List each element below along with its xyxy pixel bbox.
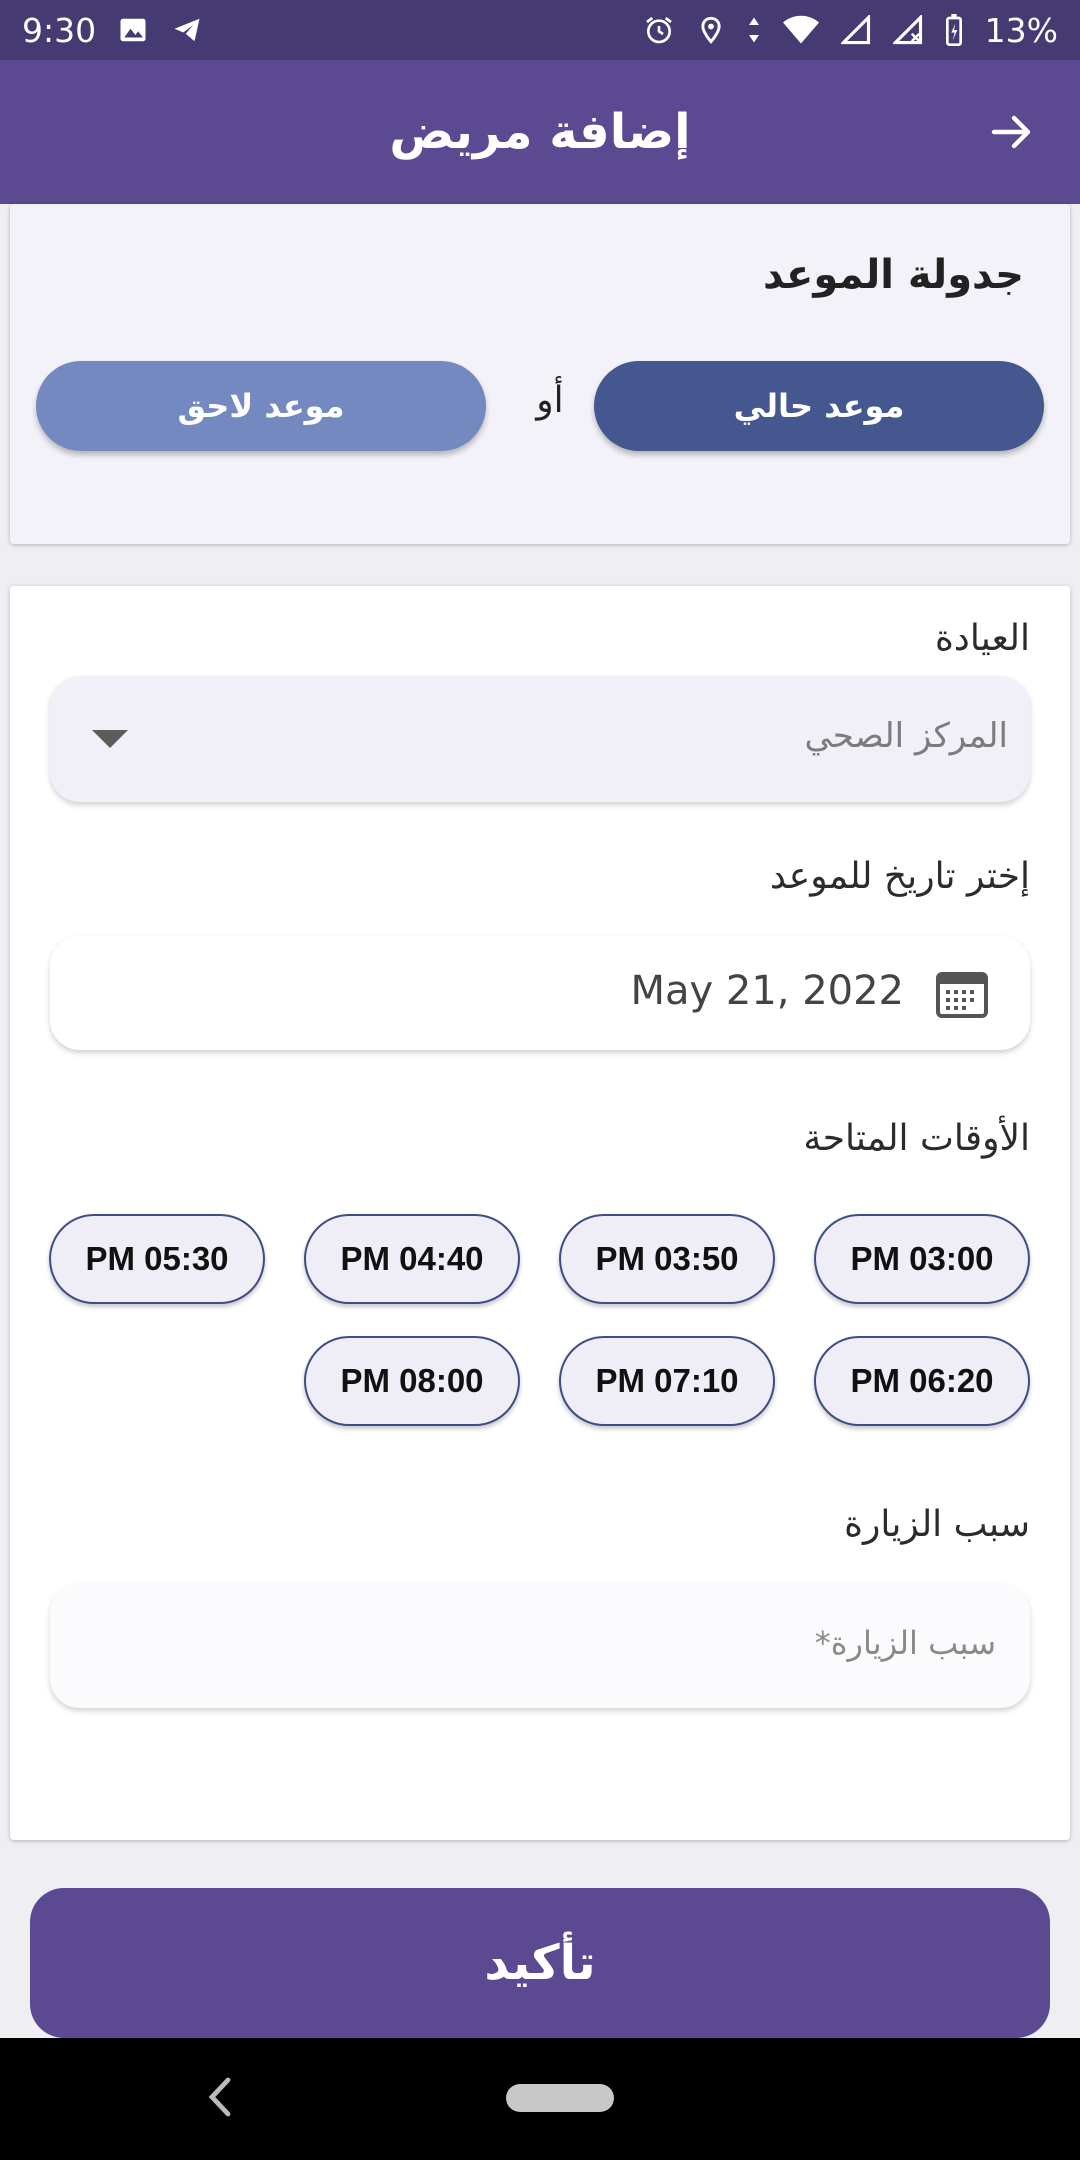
calendar-icon[interactable] [936,968,988,1022]
clinic-label: العيادة [934,618,1030,659]
available-times-label: الأوقات المتاحة [803,1118,1030,1159]
battery-icon [945,14,963,46]
signal-icon [840,15,871,45]
visit-reason-label: سبب الزيارة [844,1504,1030,1545]
battery-percent: 13% [984,10,1058,50]
date-value: May 21, 2022 [630,968,904,1014]
date-label: إختر تاريخ للموعد [769,856,1030,897]
visit-reason-input[interactable]: سبب الزيارة* [50,1584,1030,1708]
data-arrows-icon [747,15,761,45]
system-nav-bar [0,2038,1080,2160]
signal-no-data-icon [892,15,923,45]
clinic-selected-value: المركز الصحي [804,716,1008,756]
date-picker-field[interactable]: May 21, 2022 [50,936,1030,1050]
alarm-icon [643,14,675,46]
schedule-card: جدولة الموعد موعد حالي أو موعد لاحق [10,204,1070,544]
time-slot[interactable]: PM 04:40 [304,1214,520,1304]
status-bar: 9:30 13% [0,0,1080,60]
image-icon [118,15,148,45]
wifi-icon [782,15,819,45]
status-time: 9:30 [22,10,97,50]
clinic-dropdown[interactable]: المركز الصحي [50,676,1030,802]
later-appointment-button[interactable]: موعد لاحق [36,361,486,451]
status-left: 9:30 [22,11,204,50]
app-bar: إضافة مريض [0,60,1080,204]
time-slot[interactable]: PM 03:50 [559,1214,775,1304]
status-right: 13% [643,11,1058,50]
time-slot[interactable]: PM 08:00 [304,1336,520,1426]
page-title: إضافة مريض [389,104,691,160]
time-slot[interactable]: PM 06:20 [814,1336,1030,1426]
telegram-icon [170,15,204,45]
back-button[interactable] [982,102,1042,162]
schedule-title: جدولة الموعد [762,252,1024,298]
time-slot[interactable]: PM 05:30 [49,1214,265,1304]
or-label: أو [536,380,564,421]
arrow-right-icon [991,115,1031,149]
current-appointment-button[interactable]: موعد حالي [594,361,1044,451]
confirm-button[interactable]: تأكيد [30,1888,1050,2038]
nav-back-icon[interactable] [206,2076,234,2122]
time-slot[interactable]: PM 07:10 [559,1336,775,1426]
time-slot[interactable]: PM 03:00 [814,1214,1030,1304]
visit-reason-placeholder: سبب الزيارة* [814,1624,996,1662]
location-icon [697,14,725,46]
chevron-down-icon [92,730,128,754]
nav-home-pill[interactable] [506,2084,614,2112]
